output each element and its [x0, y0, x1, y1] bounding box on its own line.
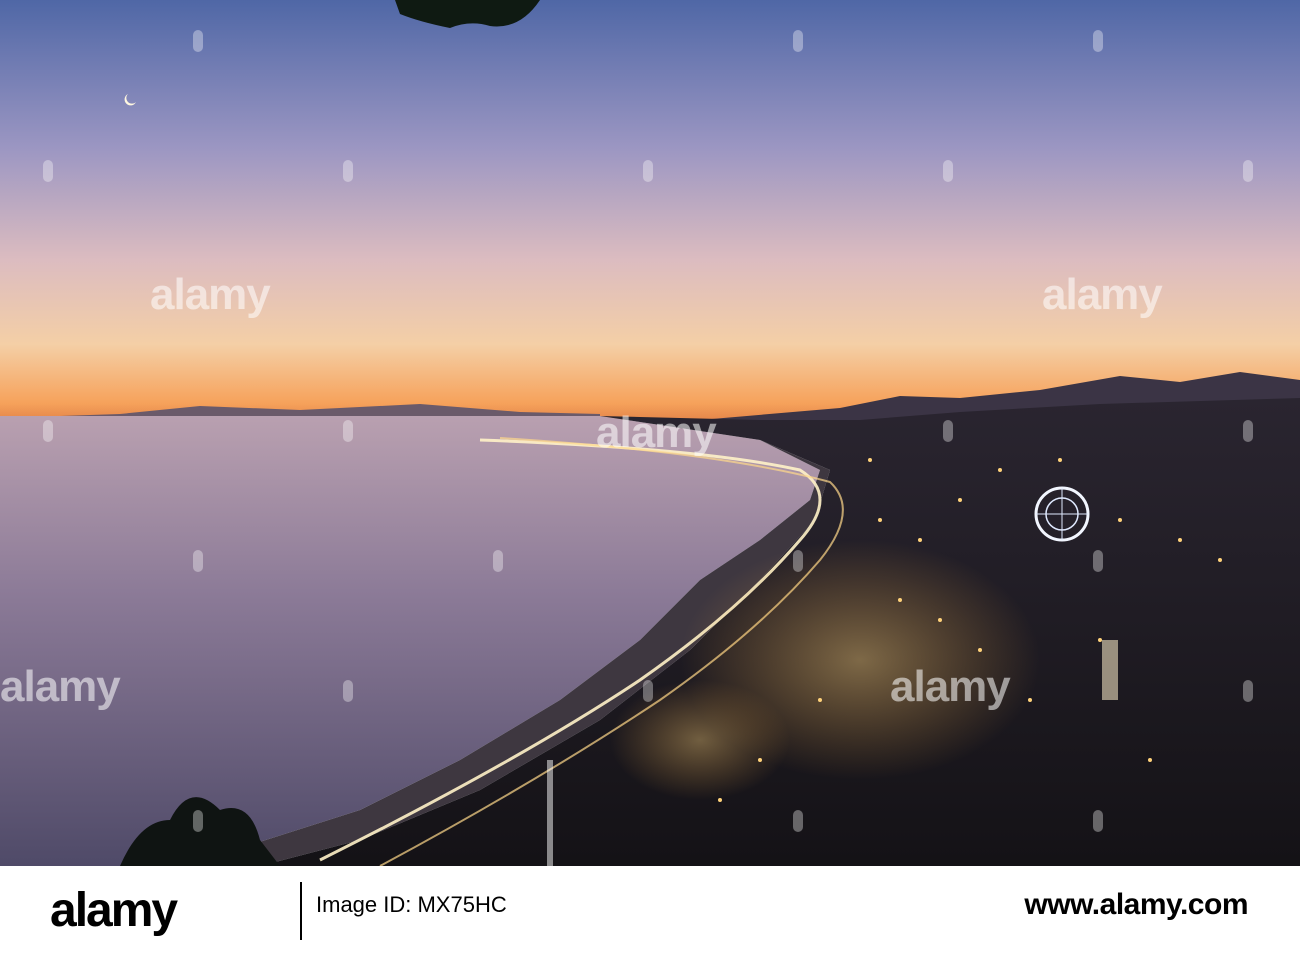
watermark-text: alamy	[0, 662, 121, 711]
footer-bar: alamy Image ID: MX75HC www.alamy.com	[0, 866, 1300, 956]
watermark-dot	[643, 680, 653, 702]
watermark-dot	[493, 550, 503, 572]
watermark-dot	[1093, 550, 1103, 572]
watermark-dot	[193, 810, 203, 832]
watermark-dot	[943, 420, 953, 442]
watermark-dot	[793, 810, 803, 832]
image-id: Image ID: MX75HC	[316, 892, 507, 917]
watermark-dot	[343, 680, 353, 702]
watermark-dot	[793, 550, 803, 572]
watermark-text: alamy	[150, 270, 271, 319]
watermark-dot	[343, 420, 353, 442]
watermark-dot	[1243, 680, 1253, 702]
watermark-dot	[1243, 420, 1253, 442]
watermark-dot	[643, 160, 653, 182]
watermark-dot	[43, 420, 53, 442]
ferris-wheel	[1034, 486, 1090, 542]
watermark-text: alamy	[1042, 270, 1163, 319]
footer-separator	[300, 882, 302, 940]
sky	[0, 0, 1300, 420]
church-tower	[1102, 640, 1118, 700]
alamy-logo[interactable]: alamy	[50, 884, 178, 938]
street-glow	[610, 680, 790, 800]
watermark-dot	[793, 30, 803, 52]
watermark-text: alamy	[890, 662, 1011, 711]
light-beam	[547, 760, 553, 866]
watermark-dot	[1093, 30, 1103, 52]
watermark-dot	[193, 30, 203, 52]
watermark-dot	[1243, 160, 1253, 182]
watermark-dot	[43, 160, 53, 182]
watermark-dot	[343, 160, 353, 182]
watermark-dot	[1093, 810, 1103, 832]
watermark-dot	[943, 160, 953, 182]
photo: alamy alamy alamy alamy alamy	[0, 0, 1300, 866]
site-url[interactable]: www.alamy.com	[1024, 888, 1248, 922]
watermark-text: alamy	[596, 408, 717, 457]
watermark-dot	[193, 550, 203, 572]
